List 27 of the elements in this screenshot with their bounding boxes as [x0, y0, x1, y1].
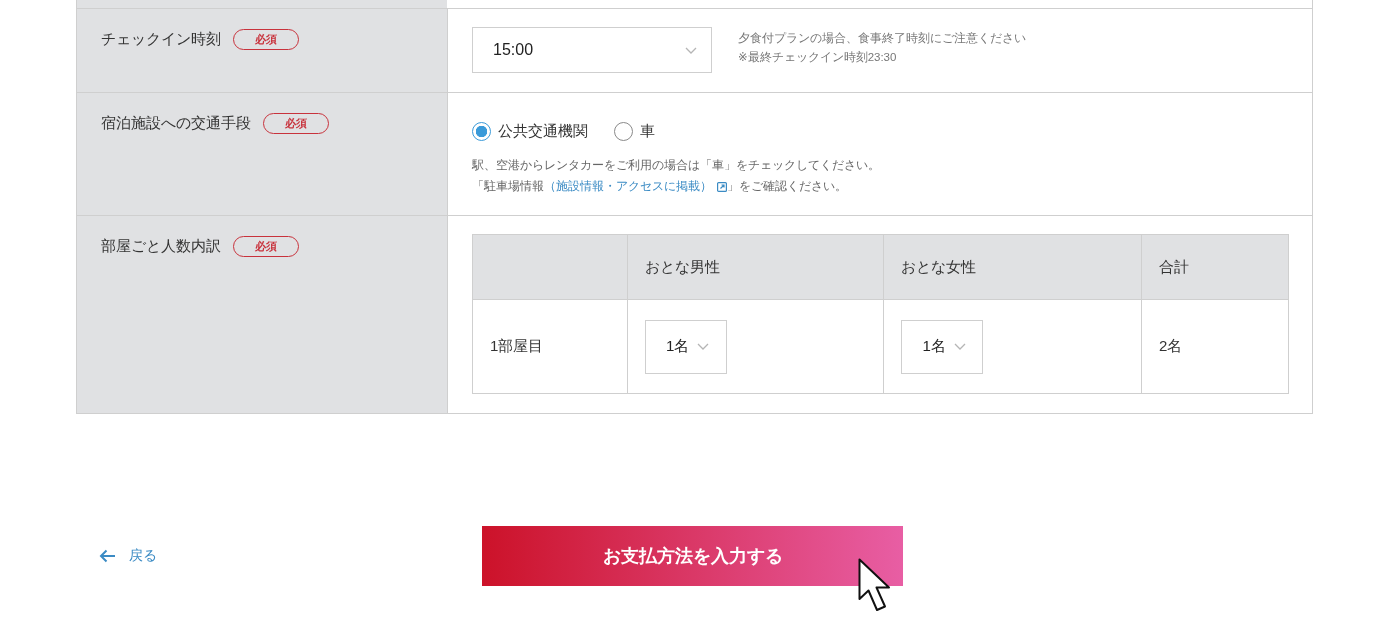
submit-button[interactable]: お支払方法を入力する — [482, 526, 903, 586]
table-header-cell: おとな女性 — [883, 234, 1142, 300]
table-cell: 2名 — [1141, 299, 1289, 394]
table-cell: 1部屋目 — [472, 299, 628, 394]
arrow-left-icon — [99, 549, 116, 563]
table-header-cell: 合計 — [1141, 234, 1289, 300]
field-label: 部屋ごと人数内訳 — [101, 236, 221, 256]
time-select[interactable]: 15:00 — [472, 27, 712, 73]
note-text: ※最終チェックイン時刻23:30 — [738, 50, 898, 65]
chevron-down-icon — [953, 343, 966, 350]
radio-button[interactable] — [614, 121, 633, 141]
radio-option[interactable]: 車 — [614, 121, 655, 141]
note-text: 「駐車場情報（施設情報・アクセスに掲載） 」をご確認ください。 — [472, 176, 1288, 197]
radio-option[interactable]: 公共交通機関 — [472, 121, 588, 141]
note-text: 駅、空港からレンタカーをご利用の場合は「車」をチェックしてください。 — [472, 158, 881, 173]
facility-info-link[interactable]: （施設情報・アクセスに掲載） — [544, 176, 727, 197]
table-header-cell: おとな男性 — [627, 234, 884, 300]
field-label: 宿泊施設への交通手段 — [101, 113, 251, 133]
note-text: 夕食付プランの場合、食事終了時刻にご注意ください — [738, 31, 1026, 46]
back-link[interactable]: 戻る — [99, 547, 157, 565]
guest-count-select[interactable]: 1名 — [901, 319, 984, 374]
field-label: チェックイン時刻 — [101, 29, 221, 49]
chevron-down-icon — [697, 343, 710, 350]
guest-count-select[interactable]: 1名 — [644, 319, 727, 374]
external-link-icon — [717, 181, 727, 192]
chevron-down-icon — [685, 46, 697, 54]
radio-button[interactable] — [472, 121, 491, 141]
